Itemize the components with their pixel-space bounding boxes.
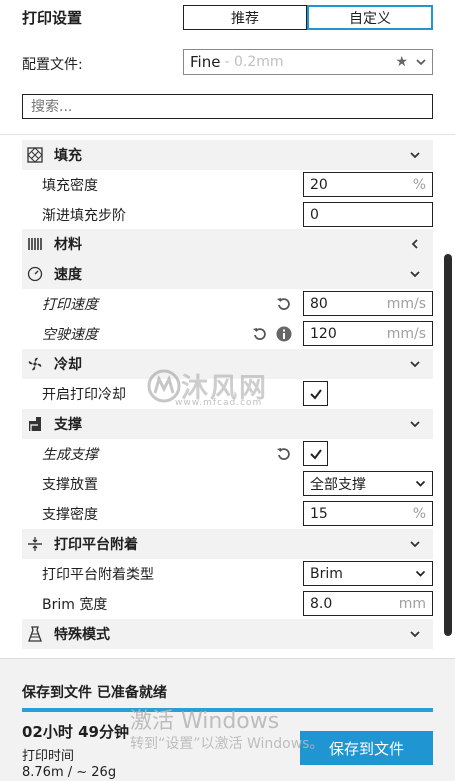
- setting-infill-density: 填充密度 20 %: [22, 170, 433, 200]
- page-title: 打印设置: [22, 9, 83, 27]
- setting-print-speed: 打印速度 80 mm/s: [22, 289, 433, 319]
- infill-icon: [26, 146, 44, 164]
- setting-adhesion-type: 打印平台附着类型 Brim: [22, 559, 433, 589]
- adhesion-icon: [26, 535, 44, 553]
- chevron-down-icon: [410, 631, 420, 638]
- field-value: 0: [310, 206, 319, 223]
- special-mode-icon: [26, 625, 44, 643]
- setting-label: 填充密度: [42, 178, 98, 194]
- category-infill[interactable]: 填充: [22, 140, 433, 170]
- speed-icon: [26, 265, 44, 283]
- support-density-input[interactable]: 15 %: [303, 501, 433, 526]
- search-input[interactable]: [22, 94, 433, 119]
- field-value: 全部支撑: [310, 476, 366, 493]
- category-special-modes[interactable]: 特殊模式: [22, 619, 433, 649]
- field-value: 80: [310, 295, 328, 312]
- field-unit: %: [412, 176, 426, 193]
- field-value: 15: [310, 505, 328, 522]
- adhesion-type-select[interactable]: Brim: [303, 561, 433, 586]
- profile-value: Fine: [190, 53, 221, 71]
- profile-label: 配置文件:: [22, 57, 83, 73]
- scrollbar[interactable]: [444, 254, 452, 636]
- material-usage: 8.76m / ~ 26g: [22, 765, 117, 780]
- setting-label: 打印速度: [42, 297, 98, 313]
- field-value: 20: [310, 176, 328, 193]
- watermark-url: www.mfcad.com: [175, 398, 263, 408]
- material-icon: [26, 235, 44, 253]
- infill-density-input[interactable]: 20 %: [303, 172, 433, 197]
- field-unit: %: [412, 505, 426, 522]
- chevron-down-icon: [410, 421, 420, 428]
- divider: [0, 134, 455, 135]
- reset-icon[interactable]: [276, 296, 292, 312]
- enable-cooling-checkbox[interactable]: [303, 381, 328, 406]
- reset-icon[interactable]: [252, 326, 268, 342]
- fan-icon: [26, 355, 44, 373]
- category-material[interactable]: 材料: [22, 229, 433, 259]
- chevron-down-icon: [415, 480, 426, 487]
- setting-support-placement: 支撑放置 全部支撑: [22, 469, 433, 499]
- category-cooling[interactable]: 冷却: [22, 349, 433, 379]
- chevron-down-icon: [416, 59, 426, 66]
- category-label: 冷却: [54, 357, 82, 373]
- profile-select[interactable]: Fine - 0.2mm ★: [183, 49, 433, 75]
- generate-support-checkbox[interactable]: [303, 441, 328, 466]
- setting-label: 支撑放置: [42, 477, 98, 493]
- field-value: 120: [310, 325, 337, 342]
- check-icon: [309, 448, 322, 460]
- reset-icon[interactable]: [276, 446, 292, 462]
- tab-recommended[interactable]: 推荐: [183, 5, 307, 30]
- category-label: 速度: [54, 267, 82, 283]
- category-adhesion[interactable]: 打印平台附着: [22, 529, 433, 559]
- field-unit: mm/s: [386, 325, 426, 342]
- profile-sub: - 0.2mm: [224, 54, 284, 70]
- save-status: 保存到文件 已准备就绪: [22, 685, 167, 701]
- chevron-down-icon: [410, 361, 420, 368]
- field-unit: mm/s: [386, 295, 426, 312]
- chevron-left-icon: [411, 239, 418, 249]
- check-icon: [309, 388, 322, 400]
- field-value: 8.0: [310, 595, 333, 612]
- print-time-label: 打印时间: [22, 749, 75, 764]
- setting-generate-support: 生成支撑: [22, 439, 433, 469]
- setting-gradual-infill: 渐进填充步阶 0: [22, 200, 433, 230]
- setting-label: 渐进填充步阶: [42, 208, 126, 224]
- setting-label: Brim 宽度: [42, 597, 108, 613]
- field-value: Brim: [310, 565, 343, 582]
- tab-custom[interactable]: 自定义: [307, 5, 433, 30]
- category-speed[interactable]: 速度: [22, 259, 433, 289]
- setting-support-density: 支撑密度 15 %: [22, 499, 433, 529]
- setting-brim-width: Brim 宽度 8.0 mm: [22, 589, 433, 619]
- category-label: 填充: [54, 148, 82, 164]
- chevron-down-icon: [410, 152, 420, 159]
- category-label: 特殊模式: [54, 627, 110, 643]
- support-placement-select[interactable]: 全部支撑: [303, 471, 433, 496]
- category-label: 支撑: [54, 417, 82, 433]
- support-icon: [26, 415, 44, 433]
- setting-label: 生成支撑: [42, 447, 98, 463]
- gradual-infill-input[interactable]: 0: [303, 202, 433, 227]
- windows-activation-title: 激活 Windows: [130, 709, 280, 734]
- info-icon[interactable]: [276, 326, 292, 342]
- star-icon[interactable]: ★: [395, 54, 408, 70]
- print-time-value: 02小时 49分钟: [22, 723, 129, 741]
- travel-speed-input[interactable]: 120 mm/s: [303, 321, 433, 346]
- setting-label: 开启打印冷却: [42, 387, 126, 403]
- setting-label: 支撑密度: [42, 507, 98, 523]
- chevron-down-icon: [410, 271, 420, 278]
- print-speed-input[interactable]: 80 mm/s: [303, 291, 433, 316]
- brim-width-input[interactable]: 8.0 mm: [303, 591, 433, 616]
- category-label: 打印平台附着: [54, 537, 138, 553]
- field-unit: mm: [398, 595, 426, 612]
- setting-label: 打印平台附着类型: [42, 567, 154, 583]
- chevron-down-icon: [415, 570, 426, 577]
- mode-tabs: 推荐 自定义: [183, 5, 433, 30]
- category-support[interactable]: 支撑: [22, 409, 433, 439]
- setting-travel-speed: 空驶速度 120 mm/s: [22, 319, 433, 349]
- chevron-down-icon: [410, 541, 420, 548]
- windows-activation-subtitle: 转到“设置”以激活 Windows。: [130, 736, 324, 752]
- category-label: 材料: [54, 237, 82, 253]
- setting-label: 空驶速度: [42, 327, 98, 343]
